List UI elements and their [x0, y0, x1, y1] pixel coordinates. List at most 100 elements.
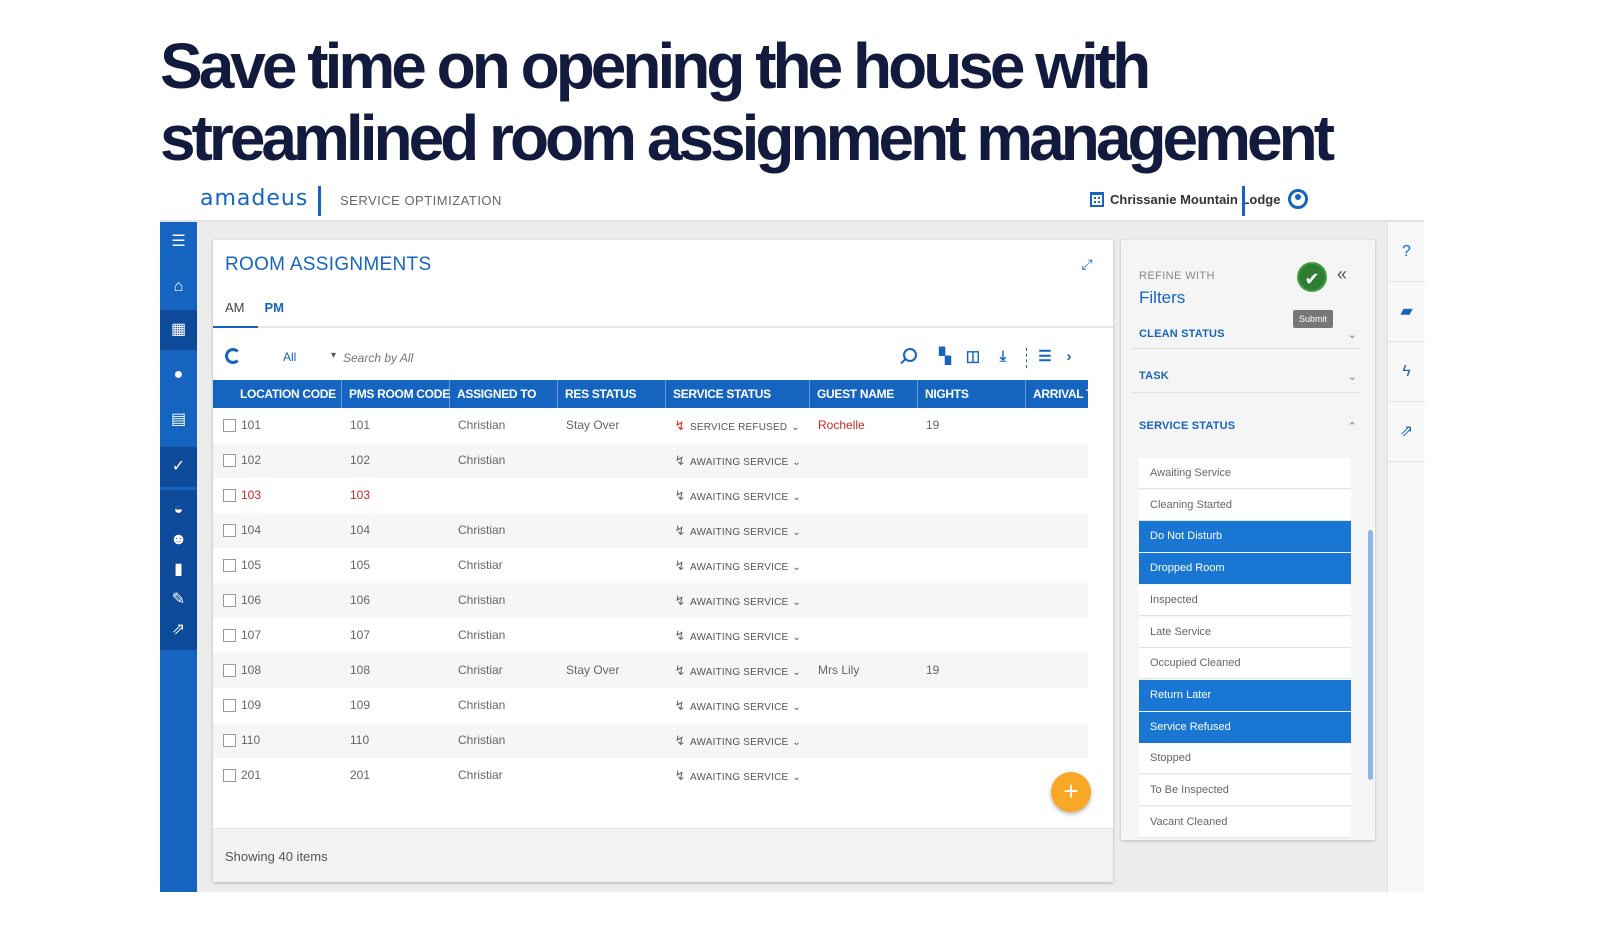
search-input[interactable] [343, 346, 903, 370]
refresh-icon[interactable] [225, 348, 241, 364]
row-checkbox[interactable] [223, 699, 236, 712]
download-icon[interactable]: ⤓ [993, 348, 1013, 366]
service-status-dropdown[interactable]: ↯ AWAITING SERVICE ⌄ [674, 653, 801, 688]
col-arrival-time[interactable]: ARRIVAL TI [1026, 380, 1088, 408]
service-status-dropdown[interactable]: ↯ AWAITING SERVICE ⌄ [674, 548, 801, 583]
row-checkbox[interactable] [223, 454, 236, 467]
add-button[interactable]: + [1051, 772, 1091, 812]
filter-option[interactable]: Dropped Room [1139, 553, 1351, 585]
filter-option[interactable]: Inspected [1139, 584, 1351, 616]
table-row[interactable]: 106 106 Christian ↯ AWAITING SERVICE ⌄ [213, 583, 1088, 618]
cell-location: 201 [241, 768, 262, 782]
user-account-icon[interactable] [1288, 189, 1308, 209]
chat-icon[interactable]: ▰ [1388, 282, 1425, 342]
cell-pms: 102 [350, 453, 371, 467]
tab-pm[interactable]: PM [265, 300, 285, 315]
table-row[interactable]: 110 110 Christian ↯ AWAITING SERVICE ⌄ [213, 723, 1088, 758]
row-checkbox[interactable] [223, 769, 236, 782]
col-service-status[interactable]: SERVICE STATUS [666, 380, 810, 408]
filter-option[interactable]: Do Not Disturb [1139, 521, 1351, 553]
filter-option[interactable]: Return Later [1139, 679, 1351, 711]
table-row[interactable]: 103 103 ↯ AWAITING SERVICE ⌄ [213, 478, 1088, 513]
service-status-dropdown[interactable]: ↯ SERVICE REFUSED ⌄ [674, 408, 800, 443]
analytics-icon[interactable]: ⇗ [160, 610, 197, 650]
row-checkbox[interactable] [223, 734, 236, 747]
cell-res: Stay Over [566, 663, 620, 677]
col-pms-room-code[interactable]: PMS ROOM CODE [342, 380, 450, 408]
calendar-icon[interactable]: ▦ [160, 310, 197, 350]
filter-option[interactable]: Stopped [1139, 743, 1351, 775]
chevron-down-icon: ⌄ [792, 632, 801, 643]
search-scope-select[interactable]: All ▾ [283, 350, 343, 364]
service-status-dropdown[interactable]: ↯ AWAITING SERVICE ⌄ [674, 723, 801, 758]
col-nights[interactable]: NIGHTS [918, 380, 1026, 408]
col-guest-name[interactable]: GUEST NAME [810, 380, 918, 408]
service-status-dropdown[interactable]: ↯ AWAITING SERVICE ⌄ [674, 618, 801, 653]
row-checkbox[interactable] [223, 559, 236, 572]
row-checkbox[interactable] [223, 419, 236, 432]
settings-sliders-icon[interactable]: ☰ [1035, 348, 1055, 366]
col-location-code[interactable]: LOCATION CODE [233, 380, 342, 408]
filter-option[interactable]: Late Service [1139, 616, 1351, 648]
table-row[interactable]: 201 201 Christiar ↯ AWAITING SERVICE ⌄ [213, 758, 1088, 793]
lightning-icon[interactable]: ϟ [1388, 342, 1425, 402]
service-status-dropdown[interactable]: ↯ AWAITING SERVICE ⌄ [674, 443, 801, 478]
row-checkbox[interactable] [223, 664, 236, 677]
awaiting-service-icon: ↯ [674, 628, 686, 643]
service-status-label: AWAITING SERVICE [690, 527, 789, 538]
filter-option[interactable]: Service Refused [1139, 711, 1351, 743]
table-row[interactable]: 109 109 Christian ↯ AWAITING SERVICE ⌄ [213, 688, 1088, 723]
table-row[interactable]: 101 101 Christian Stay Over ↯ SERVICE REFUSED… [213, 408, 1088, 443]
awaiting-service-icon: ↯ [674, 698, 686, 713]
columns-icon[interactable]: ◫ [963, 348, 983, 366]
service-status-dropdown[interactable]: ↯ AWAITING SERVICE ⌄ [674, 688, 801, 723]
chart-icon[interactable]: ⇗ [1388, 402, 1425, 462]
filter-option[interactable]: To Be Inspected [1139, 775, 1351, 806]
filter-option[interactable]: Awaiting Service [1139, 458, 1351, 489]
section-service-status[interactable]: SERVICE STATUS ⌃ [1139, 420, 1357, 433]
table-row[interactable]: 102 102 Christian ↯ AWAITING SERVICE ⌄ [213, 443, 1088, 478]
filter-option[interactable]: Vacant Cleaned [1139, 806, 1351, 838]
table-row[interactable]: 105 105 Christiar ↯ AWAITING SERVICE ⌄ [213, 548, 1088, 583]
clipboard-icon[interactable]: ▤ [160, 400, 197, 440]
service-status-dropdown[interactable]: ↯ AWAITING SERVICE ⌄ [674, 513, 801, 548]
chevron-right-icon[interactable]: › [1059, 348, 1079, 366]
tab-am[interactable]: AM [225, 300, 245, 315]
cell-assigned: Christian [458, 593, 506, 607]
property-selector[interactable]: Chrissanie Mountain Lodge [1090, 192, 1280, 207]
chevron-down-icon: ⌄ [792, 492, 801, 503]
row-checkbox[interactable] [223, 489, 236, 502]
section-task[interactable]: TASK ⌄ [1139, 370, 1357, 383]
item-count: Showing 40 items [225, 849, 328, 864]
table-header: LOCATION CODE PMS ROOM CODE ASSIGNED TO … [213, 380, 1088, 408]
right-rail: ? ▰ ϟ ⇗ [1387, 222, 1425, 892]
search-icon[interactable] [903, 348, 917, 362]
col-assigned-to[interactable]: ASSIGNED TO [450, 380, 558, 408]
service-status-dropdown[interactable]: ↯ AWAITING SERVICE ⌄ [674, 478, 801, 513]
service-status-dropdown[interactable]: ↯ AWAITING SERVICE ⌄ [674, 583, 801, 618]
collapse-panel-icon[interactable]: « [1337, 264, 1347, 285]
col-res-status[interactable]: RES STATUS [558, 380, 666, 408]
section-clean-status[interactable]: CLEAN STATUS ⌄ [1139, 328, 1357, 341]
row-checkbox[interactable] [223, 594, 236, 607]
filter-option[interactable]: Cleaning Started [1139, 489, 1351, 521]
table-row[interactable]: 108 108 Christiar Stay Over ↯ AWAITING SERVIC… [213, 653, 1088, 688]
expand-icon[interactable]: ⤢ [1079, 256, 1095, 272]
home-icon[interactable]: ⌂ [160, 267, 197, 307]
table-row[interactable]: 104 104 Christian ↯ AWAITING SERVICE ⌄ [213, 513, 1088, 548]
broom-icon[interactable]: ✓ [160, 447, 197, 487]
filters-scrollbar[interactable] [1368, 530, 1373, 780]
grid-view-icon[interactable]: ▚ [935, 348, 955, 366]
table-row[interactable]: 107 107 Christian ↯ AWAITING SERVICE ⌄ [213, 618, 1088, 653]
top-bar: amadeus SERVICE OPTIMIZATION Chrissanie … [160, 180, 1424, 222]
row-checkbox[interactable] [223, 524, 236, 537]
service-status-dropdown[interactable]: ↯ AWAITING SERVICE ⌄ [674, 758, 801, 793]
app-window: amadeus SERVICE OPTIMIZATION Chrissanie … [160, 180, 1425, 892]
row-checkbox[interactable] [223, 629, 236, 642]
help-icon[interactable]: ? [1388, 222, 1425, 282]
person-icon[interactable]: ● [160, 355, 197, 395]
submit-filters-button[interactable]: ✔ [1297, 262, 1327, 292]
amadeus-logo[interactable]: amadeus [200, 186, 308, 211]
menu-icon[interactable]: ☰ [160, 222, 197, 262]
filter-option[interactable]: Occupied Cleaned [1139, 648, 1351, 680]
